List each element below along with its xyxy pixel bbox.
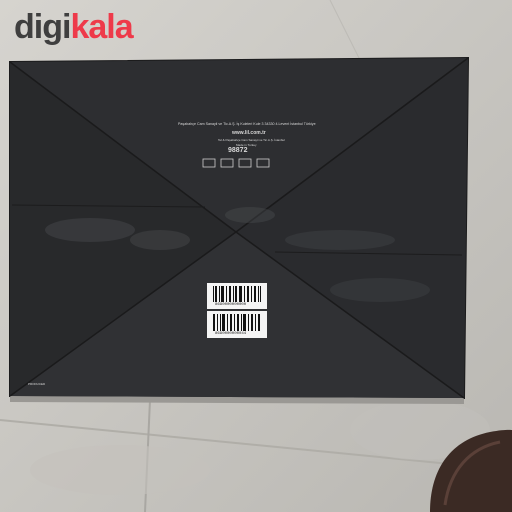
shoe	[430, 429, 512, 512]
photo-scene: digikala Paşabahçe Cam Sanayii ve Tic.A.…	[0, 0, 512, 512]
